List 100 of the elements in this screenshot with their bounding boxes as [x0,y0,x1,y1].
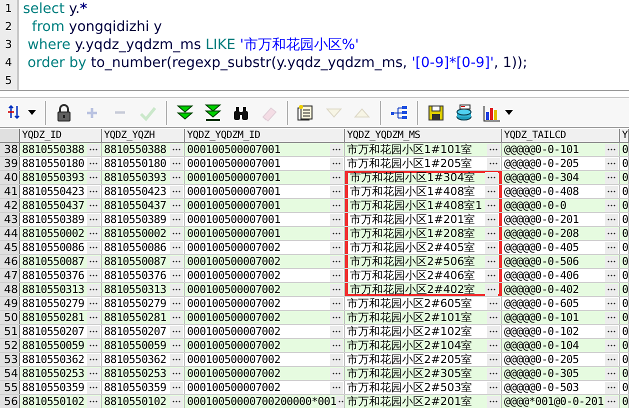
ellipsis-button[interactable] [330,256,343,268]
ellipsis-button[interactable] [87,340,100,352]
ellipsis-button[interactable] [87,368,100,380]
ellipsis-button[interactable] [605,242,618,254]
ellipsis-button[interactable] [605,270,618,282]
ellipsis-button[interactable] [87,326,100,338]
ellipsis-button[interactable] [605,200,618,212]
ellipsis-button[interactable] [170,144,183,156]
ellipsis-button[interactable] [87,186,100,198]
ellipsis-button[interactable] [485,256,498,268]
ellipsis-button[interactable] [605,186,618,198]
column-header[interactable]: YQDZ_TAILCD [504,129,566,142]
ellipsis-button[interactable] [170,368,183,380]
ellipsis-button[interactable] [87,144,100,156]
ellipsis-button[interactable] [330,312,343,324]
ellipsis-button[interactable] [330,270,343,282]
ellipsis-button[interactable] [605,396,618,408]
ellipsis-button[interactable] [330,172,343,184]
ellipsis-button[interactable] [170,158,183,170]
ellipsis-button[interactable] [87,298,100,310]
ellipsis-button[interactable] [485,242,498,254]
ellipsis-button[interactable] [330,298,343,310]
ellipsis-button[interactable] [605,354,618,366]
ellipsis-button[interactable] [605,228,618,240]
ellipsis-button[interactable] [170,270,183,282]
ellipsis-button[interactable] [605,144,618,156]
ellipsis-button[interactable] [87,270,100,282]
ellipsis-button[interactable] [605,340,618,352]
ellipsis-button[interactable] [330,368,343,380]
ellipsis-button[interactable] [330,242,343,254]
ellipsis-button[interactable] [170,312,183,324]
ellipsis-button[interactable] [605,382,618,394]
ellipsis-button[interactable] [87,228,100,240]
ellipsis-button[interactable] [330,200,343,212]
ellipsis-button[interactable] [487,340,500,352]
ellipsis-button[interactable] [330,382,343,394]
column-header[interactable]: YQDZ_YQZH [104,129,155,142]
ellipsis-button[interactable] [170,172,183,184]
ellipsis-button[interactable] [330,228,343,240]
ellipsis-button[interactable] [87,382,100,394]
ellipsis-button[interactable] [330,340,343,352]
ellipsis-button[interactable] [170,326,183,338]
ellipsis-button[interactable] [170,340,183,352]
ellipsis-button[interactable] [330,354,343,366]
ellipsis-button[interactable] [87,242,100,254]
ellipsis-button[interactable] [605,298,618,310]
ellipsis-button[interactable] [170,228,183,240]
ellipsis-button[interactable] [605,256,618,268]
ellipsis-button[interactable] [485,214,498,226]
ellipsis-button[interactable] [487,368,500,380]
ellipsis-button[interactable] [487,354,500,366]
column-header[interactable]: Y [622,129,628,142]
ellipsis-button[interactable] [485,172,498,184]
ellipsis-button[interactable] [170,242,183,254]
ellipsis-button[interactable] [170,214,183,226]
ellipsis-button[interactable] [485,284,498,296]
ellipsis-button[interactable] [170,284,183,296]
ellipsis-button[interactable] [330,186,343,198]
column-header[interactable]: YQDZ_YQDZM_MS [347,129,420,142]
ellipsis-button[interactable] [485,270,498,282]
ellipsis-button[interactable] [87,284,100,296]
ellipsis-button[interactable] [330,284,343,296]
ellipsis-button[interactable] [487,158,500,170]
ellipsis-button[interactable] [87,256,100,268]
ellipsis-button[interactable] [170,396,183,408]
ellipsis-button[interactable] [485,186,498,198]
ellipsis-button[interactable] [487,312,500,324]
ellipsis-button[interactable] [330,326,343,338]
ellipsis-button[interactable] [87,354,100,366]
ellipsis-button[interactable] [170,298,183,310]
ellipsis-button[interactable] [605,214,618,226]
column-header[interactable]: YQDZ_ID [22,129,62,142]
ellipsis-button[interactable] [487,382,500,394]
ellipsis-button[interactable] [87,158,100,170]
column-header[interactable]: YQDZ_YQDZM_ID [187,129,260,142]
ellipsis-button[interactable] [605,172,618,184]
ellipsis-button[interactable] [330,144,343,156]
ellipsis-button[interactable] [170,382,183,394]
ellipsis-button[interactable] [330,158,343,170]
ellipsis-button[interactable] [487,298,500,310]
ellipsis-button[interactable] [170,186,183,198]
ellipsis-button[interactable] [487,396,500,408]
ellipsis-button[interactable] [87,214,100,226]
ellipsis-button[interactable] [87,396,100,408]
ellipsis-button[interactable] [87,200,100,212]
ellipsis-button[interactable] [485,228,498,240]
ellipsis-button[interactable] [605,158,618,170]
ellipsis-button[interactable] [605,368,618,380]
ellipsis-button[interactable] [87,312,100,324]
ellipsis-button[interactable] [605,326,618,338]
ellipsis-button[interactable] [330,214,343,226]
ellipsis-button[interactable] [605,312,618,324]
ellipsis-button[interactable] [485,200,498,212]
ellipsis-button[interactable] [487,144,500,156]
ellipsis-button[interactable] [87,172,100,184]
ellipsis-button[interactable] [487,326,500,338]
ellipsis-button[interactable] [170,200,183,212]
ellipsis-button[interactable] [170,354,183,366]
ellipsis-button[interactable] [605,284,618,296]
ellipsis-button[interactable] [170,256,183,268]
